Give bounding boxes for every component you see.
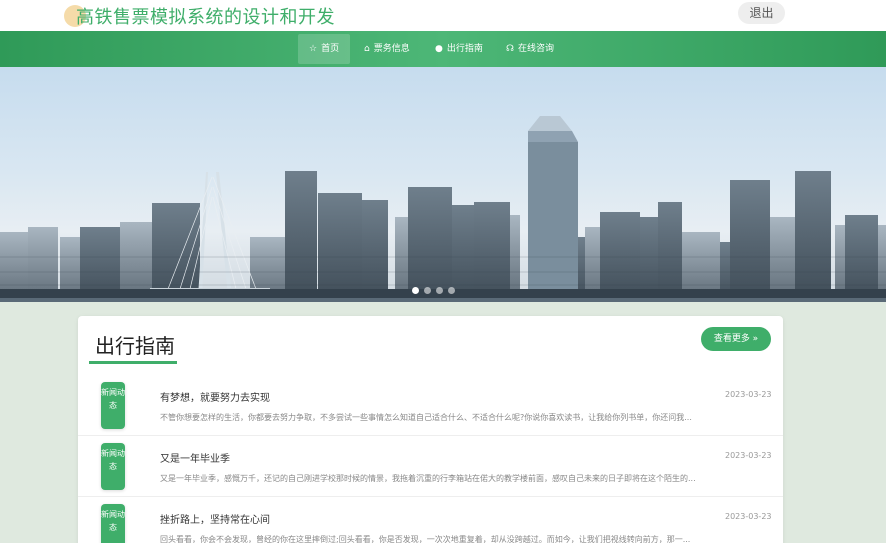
city-skyline-image (0, 116, 886, 302)
nav-item-consult[interactable]: ☊ 在线咨询 (495, 34, 565, 64)
main-nav: ☆ 首页 ⌂ 票务信息 ● 出行指南 ☊ 在线咨询 (0, 31, 886, 67)
headset-icon: ☊ (506, 44, 514, 54)
carousel-dot[interactable] (424, 287, 431, 294)
carousel-dot[interactable] (448, 287, 455, 294)
nav-item-tickets[interactable]: ⌂ 票务信息 (353, 34, 421, 64)
news-badge: 新闻动态 (101, 443, 125, 490)
panel-title: 出行指南 (95, 334, 175, 358)
nav-item-label: 票务信息 (373, 44, 410, 54)
news-date: 2023-03-23 (725, 390, 772, 399)
news-summary: 回头看看，你会不会发现，曾经的你在这里摔倒过;回头看看，你是否发现，一次次地重复… (160, 535, 691, 543)
circle-icon: ● (435, 44, 443, 54)
travel-guide-panel: 出行指南 查看更多 » 新闻动态 有梦想，就要努力去实现 2023-03-23 … (78, 316, 783, 543)
news-title[interactable]: 又是一年毕业季 (160, 450, 230, 465)
nav-item-home[interactable]: ☆ 首页 (298, 34, 351, 64)
news-title[interactable]: 挫折路上，坚持常在心间 (160, 511, 270, 526)
nav-item-label: 出行指南 (446, 44, 483, 54)
hero-banner[interactable] (0, 67, 886, 302)
carousel-dot[interactable] (436, 287, 443, 294)
news-title[interactable]: 有梦想，就要努力去实现 (160, 389, 270, 404)
news-date: 2023-03-23 (725, 512, 772, 521)
nav-item-label: 在线咨询 (518, 44, 555, 54)
news-summary: 又是一年毕业季，感慨万千，还记的自己刚进学校那时候的情景，我拖着沉重的行李箱站在… (160, 474, 696, 483)
site-title: 高铁售票模拟系统的设计和开发 (76, 7, 335, 28)
news-badge: 新闻动态 (101, 382, 125, 429)
news-date: 2023-03-23 (725, 451, 772, 460)
carousel-dots (412, 287, 455, 294)
bag-icon: ⌂ (364, 44, 370, 54)
top-bar: 高铁售票模拟系统的设计和开发 退出 (0, 0, 886, 31)
carousel-dot[interactable] (412, 287, 419, 294)
news-badge: 新闻动态 (101, 504, 125, 543)
star-icon: ☆ (309, 44, 318, 54)
news-item[interactable]: 新闻动态 挫折路上，坚持常在心间 2023-03-23 回头看看，你会不会发现，… (78, 498, 783, 543)
view-more-button[interactable]: 查看更多 » (701, 327, 771, 351)
logout-button[interactable]: 退出 (738, 2, 785, 24)
nav-item-travel-guide[interactable]: ● 出行指南 (424, 34, 494, 64)
news-item[interactable]: 新闻动态 又是一年毕业季 2023-03-23 又是一年毕业季，感慨万千，还记的… (78, 437, 783, 497)
news-item[interactable]: 新闻动态 有梦想，就要努力去实现 2023-03-23 不管你想要怎样的生活，你… (78, 376, 783, 436)
news-summary: 不管你想要怎样的生活，你都要去努力争取，不多尝试一些事情怎么知道自己适合什么、不… (160, 413, 692, 422)
title-underline (89, 361, 177, 364)
nav-item-label: 首页 (321, 44, 340, 54)
